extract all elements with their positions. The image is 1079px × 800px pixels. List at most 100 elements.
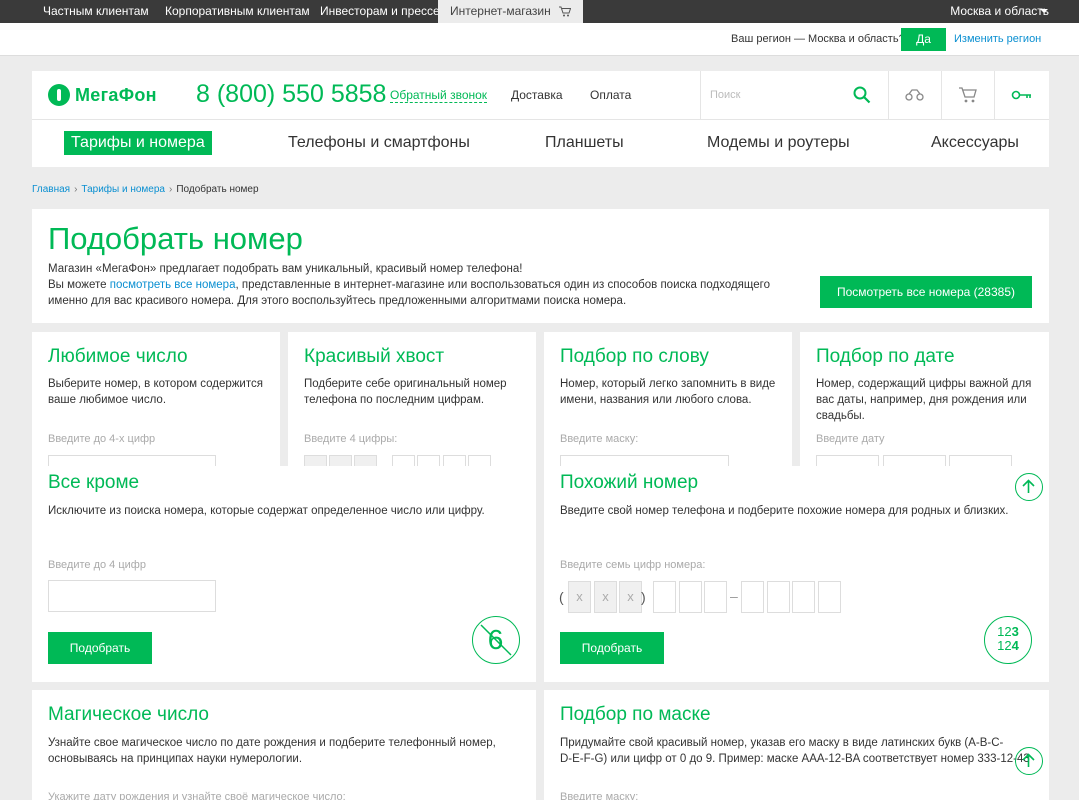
similar-icon-digit: 4 — [1011, 638, 1019, 653]
tail-digit-input[interactable] — [443, 455, 466, 466]
compare-button[interactable] — [888, 71, 941, 120]
card-title: Красивый хвост — [304, 346, 445, 367]
breadcrumb-home[interactable]: Главная — [32, 184, 70, 195]
search-input[interactable]: Поиск — [710, 89, 740, 101]
top-tab-investors[interactable]: Инвесторам и прессе — [308, 0, 452, 23]
card-by-word: Подбор по слову Номер, который легко зап… — [544, 332, 792, 466]
card-description: Выберите номер, в котором содержится ваше… — [48, 376, 263, 408]
similar-submit-button[interactable]: Подобрать — [560, 632, 664, 664]
callback-link[interactable]: Обратный звонок — [390, 88, 488, 103]
top-tab-private[interactable]: Частным клиентам — [31, 0, 161, 23]
card-desc-line: Номер, содержащий цифры важной для — [816, 378, 1032, 390]
breadcrumb-tariffs[interactable]: Тарифы и номера — [81, 184, 165, 195]
card-description: Номер, содержащий цифры важной для вас да… — [816, 376, 1031, 424]
tail-mask-cell — [304, 455, 327, 466]
card-title: Магическое число — [48, 704, 209, 725]
view-all-numbers-link[interactable]: посмотреть все номера — [110, 279, 236, 291]
menu-accessories[interactable]: Аксессуары — [931, 134, 1019, 152]
region-question: Ваш регион — Москва и область? — [731, 33, 905, 45]
strike-icon — [480, 624, 512, 656]
nav-delivery[interactable]: Доставка — [511, 88, 563, 102]
phone-digit-input[interactable] — [792, 581, 815, 613]
card-title: Подбор по слову — [560, 346, 709, 367]
card-desc-line: свадьбы. — [816, 410, 865, 422]
region-change-link[interactable]: Изменить регион — [954, 33, 1041, 45]
menu-modems[interactable]: Модемы и роутеры — [707, 134, 850, 152]
tail-digit-input[interactable] — [392, 455, 415, 466]
similar-number-icon: 123 124 — [984, 616, 1032, 664]
cart-button[interactable] — [941, 71, 994, 120]
region-yes-button[interactable]: Да — [901, 28, 946, 51]
hotline-phone[interactable]: 8 (800) 550 5858 — [196, 80, 386, 109]
card-description: Номер, который легко запомнить в виде име… — [560, 376, 775, 408]
tail-mask-cell — [329, 455, 352, 466]
scroll-up-icon[interactable] — [1015, 747, 1043, 775]
top-region-select[interactable]: Москва и область — [950, 0, 1049, 23]
tail-digit-input[interactable] — [417, 455, 440, 466]
card-description: Подберите себе оригинальный номер телефон… — [304, 376, 507, 408]
top-tab-corporate[interactable]: Корпоративным клиентам — [153, 0, 322, 23]
card-desc-line: D-E-F-G) или цифр от 0 до 9. Пример: мас… — [560, 753, 1030, 765]
card-title: Все кроме — [48, 472, 140, 493]
main-menu: Тарифы и номера Телефоны и смартфоны Пла… — [32, 120, 1049, 167]
card-description: Исключите из поиска номера, которые соде… — [48, 505, 485, 517]
search-box[interactable]: Поиск — [700, 71, 888, 120]
logo-text: МегаФон — [75, 85, 157, 105]
date-month-input[interactable] — [883, 455, 946, 466]
intro-text-post: , представленные в интернет-магазине или… — [235, 279, 770, 291]
similar-icon-line2: 124 — [985, 639, 1031, 653]
arrow-up-icon — [1022, 479, 1035, 493]
similar-icon-digits: 12 — [997, 624, 1012, 639]
except-digits-input[interactable] — [48, 580, 216, 612]
area-code-mask-cell: x — [568, 581, 591, 613]
similar-label: Введите семь цифр номера: — [560, 559, 706, 571]
card-desc-line: имени, названия или любого слова. — [560, 394, 752, 406]
phone-digit-input[interactable] — [741, 581, 764, 613]
phone-digit-input[interactable] — [679, 581, 702, 613]
view-all-numbers-button[interactable]: Посмотреть все номера (28385) — [820, 276, 1032, 308]
word-mask-input[interactable] — [560, 455, 729, 466]
date-day-input[interactable] — [816, 455, 879, 466]
phone-digit-input[interactable] — [704, 581, 727, 613]
phone-digit-input[interactable] — [818, 581, 841, 613]
card-all-except: Все кроме Исключите из поиска номера, ко… — [32, 466, 536, 682]
chevron-down-icon — [1040, 9, 1048, 13]
card-desc-line: основываясь на принципах науки нумеролог… — [48, 753, 303, 765]
card-desc-line: телефона по последним цифрам. — [304, 394, 485, 406]
card-desc-line: Номер, который легко запомнить в виде — [560, 378, 776, 390]
phone-digit-input[interactable] — [767, 581, 790, 613]
login-button[interactable] — [994, 71, 1047, 120]
phone-digit-input[interactable] — [653, 581, 676, 613]
top-tab-shop[interactable]: Интернет-магазин — [438, 0, 583, 23]
tail-digit-input[interactable] — [468, 455, 491, 466]
header-top-row: МегаФон 8 (800) 550 5858 Обратный звонок… — [32, 71, 1049, 120]
card-title: Любимое число — [48, 346, 188, 367]
except-label: Введите до 4 цифр — [48, 559, 146, 571]
nav-payment[interactable]: Оплата — [590, 88, 631, 102]
intro-text-line2: Вы можете посмотреть все номера, предста… — [48, 279, 770, 291]
card-similar-number: Похожий номер Введите свой номер телефон… — [544, 466, 1049, 682]
card-description: Введите свой номер телефона и подберите … — [560, 505, 1009, 517]
favorite-number-input[interactable] — [48, 455, 216, 466]
card-desc-line: вас даты, например, дня рождения или — [816, 394, 1027, 406]
menu-phones[interactable]: Телефоны и смартфоны — [288, 134, 470, 152]
card-desc-line: Выберите номер, в котором содержится — [48, 378, 263, 390]
card-beautiful-tail: Красивый хвост Подберите себе оригинальн… — [288, 332, 536, 466]
chevron-right-icon: › — [74, 184, 78, 195]
menu-tablets[interactable]: Планшеты — [545, 134, 624, 152]
except-submit-button[interactable]: Подобрать — [48, 632, 152, 664]
paren-close: ) — [641, 589, 646, 605]
area-code-mask-cell: x — [594, 581, 617, 613]
top-bar: Частным клиентам Корпоративным клиентам … — [0, 0, 1079, 23]
card-description: Придумайте свой красивый номер, указав е… — [560, 735, 1030, 767]
scroll-up-icon[interactable] — [1015, 473, 1043, 501]
card-magic-number: Магическое число Узнайте свое магическое… — [32, 690, 536, 800]
card-description: Узнайте свое магическое число по дате ро… — [48, 735, 496, 767]
date-year-input[interactable] — [949, 455, 1012, 466]
search-icon[interactable] — [853, 86, 871, 104]
cart-icon — [959, 87, 977, 103]
dash: – — [730, 588, 738, 604]
date-label: Введите дату — [816, 433, 885, 445]
menu-tariffs[interactable]: Тарифы и номера — [64, 131, 212, 155]
magic-label: Укажите дату рождения и узнайте своё маг… — [48, 791, 346, 800]
